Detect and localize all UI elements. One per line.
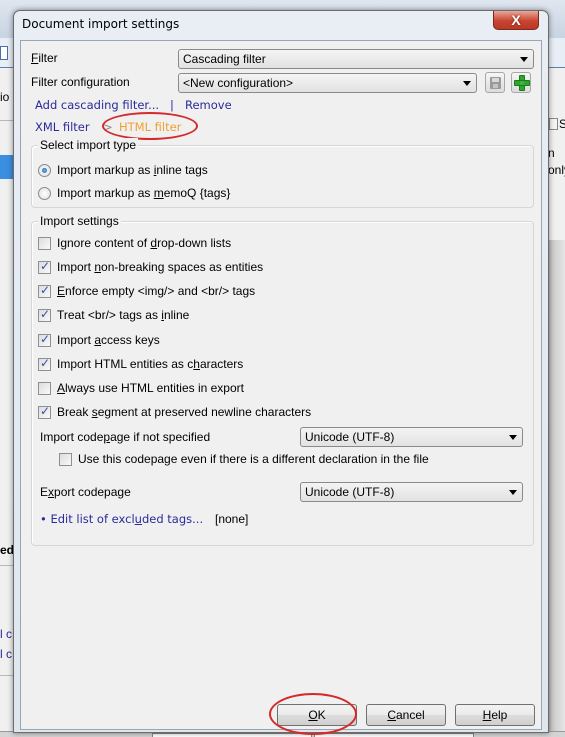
radio-button-selected[interactable]	[38, 163, 51, 177]
ok-button[interactable]: OK	[277, 704, 357, 726]
filter-label-text: ilter	[38, 51, 58, 65]
export-codepage-value: Unicode (UTF-8)	[305, 485, 395, 499]
checkbox-label: Import HTML entities as characters	[57, 357, 244, 371]
save-configuration-button[interactable]	[485, 72, 505, 93]
checkbox-checked[interactable]	[38, 283, 51, 298]
export-codepage-select[interactable]: Unicode (UTF-8)	[300, 482, 523, 502]
background-text: S	[559, 117, 565, 131]
checkbox-label: Treat <br/> tags as inline	[57, 308, 190, 322]
filter-label: Filter	[31, 51, 58, 65]
breadcrumb-separator: >	[103, 120, 113, 134]
radio-label: Import markup as inline tags	[57, 163, 208, 177]
bullet-icon: •	[40, 512, 47, 526]
close-button[interactable]: X	[493, 11, 539, 30]
dialog-title: Document import settings	[22, 17, 180, 31]
link-separator: |	[170, 98, 174, 112]
import-codepage-value: Unicode (UTF-8)	[305, 430, 395, 444]
document-icon	[0, 46, 8, 60]
background-tab	[314, 733, 474, 737]
edit-excluded-tags-link[interactable]: • Edit list of excluded tags...	[40, 512, 203, 526]
radio-button[interactable]	[38, 186, 51, 200]
filter-configuration-select[interactable]: <New configuration>	[178, 73, 477, 93]
background-divider	[0, 120, 14, 121]
checkbox-break-segment-newline[interactable]: Break segment at preserved newline chara…	[38, 404, 312, 419]
import-settings-group: Import settings Ignore content of drop-d…	[31, 214, 534, 546]
radio-label: Import markup as memoQ {tags}	[57, 186, 231, 200]
checkbox-label: Always use HTML entities in export	[57, 381, 244, 395]
cancel-button[interactable]: Cancel	[366, 704, 446, 726]
chevron-down-icon	[509, 435, 517, 440]
background-divider	[0, 675, 14, 676]
background-text: n	[548, 146, 555, 160]
background-text: only	[548, 163, 565, 177]
checkbox-br-inline[interactable]: Treat <br/> tags as inline	[38, 307, 190, 322]
checkbox[interactable]	[38, 236, 51, 250]
background-text: io	[0, 90, 10, 104]
checkbox-label: Use this codepage even if there is a dif…	[78, 452, 429, 466]
filter-select[interactable]: Cascading filter	[178, 49, 534, 69]
background-tab	[152, 733, 312, 737]
import-codepage-label: Import codepage if not specified	[40, 430, 211, 444]
breadcrumb-xml-filter[interactable]: XML filter	[35, 120, 90, 134]
add-cascading-filter-link[interactable]: Add cascading filter...	[35, 98, 159, 112]
background-checkbox	[549, 118, 558, 130]
checkbox-enforce-empty-tags[interactable]: Enforce empty <img/> and <br/> tags	[38, 283, 256, 298]
filter-select-value: Cascading filter	[183, 52, 266, 66]
filter-configuration-label: Filter configuration	[31, 75, 130, 89]
checkbox-label: Enforce empty <img/> and <br/> tags	[57, 284, 256, 298]
checkbox-ignore-dropdown-content[interactable]: Ignore content of drop-down lists	[38, 236, 231, 250]
save-icon	[490, 77, 501, 89]
dialog-content: Filter Cascading filter Filter configura…	[20, 40, 542, 735]
import-codepage-select[interactable]: Unicode (UTF-8)	[300, 427, 523, 447]
chevron-down-icon	[463, 81, 471, 86]
checkbox[interactable]	[59, 452, 72, 466]
checkbox-entities-as-characters[interactable]: Import HTML entities as characters	[38, 356, 244, 371]
import-settings-group-title: Import settings	[38, 214, 121, 228]
import-type-group-title: Select import type	[38, 138, 139, 152]
checkbox-label: Import access keys	[57, 333, 160, 347]
document-import-settings-dialog: Document import settings X Filter Cascad…	[13, 10, 549, 735]
chevron-down-icon	[509, 490, 517, 495]
background-link: l c	[0, 627, 12, 641]
add-configuration-button[interactable]	[511, 72, 531, 93]
filter-configuration-value: <New configuration>	[183, 76, 294, 90]
export-codepage-label: Export codepage	[40, 485, 131, 499]
radio-memoq-tags[interactable]: Import markup as memoQ {tags}	[38, 186, 230, 200]
checkbox-checked[interactable]	[38, 259, 51, 274]
checkbox-import-access-keys[interactable]: Import access keys	[38, 332, 160, 347]
checkbox-checked[interactable]	[38, 332, 51, 347]
import-type-group: Select import type Import markup as inli…	[31, 138, 534, 208]
checkbox[interactable]	[38, 381, 51, 395]
breadcrumb-html-filter[interactable]: HTML filter	[119, 120, 181, 134]
background-link: l c	[0, 647, 12, 661]
checkbox-label: Break segment at preserved newline chara…	[57, 405, 312, 419]
checkbox-label: Import non-breaking spaces as entities	[57, 260, 264, 274]
checkbox-checked[interactable]	[38, 404, 51, 419]
chevron-down-icon	[520, 57, 528, 62]
checkbox-checked[interactable]	[38, 356, 51, 371]
remove-link[interactable]: Remove	[185, 98, 232, 112]
checkbox-label: Ignore content of drop-down lists	[57, 236, 232, 250]
checkbox-use-codepage-override[interactable]: Use this codepage even if there is a dif…	[59, 452, 429, 466]
checkbox-nbsp-as-entities[interactable]: Import non-breaking spaces as entities	[38, 259, 264, 274]
background-selected-row	[0, 155, 14, 179]
excluded-tags-value: [none]	[215, 512, 249, 526]
background-divider	[0, 565, 14, 566]
close-icon: X	[511, 12, 521, 28]
radio-inline-tags[interactable]: Import markup as inline tags	[38, 163, 208, 177]
checkbox-checked[interactable]	[38, 307, 51, 322]
checkbox-always-use-entities[interactable]: Always use HTML entities in export	[38, 381, 244, 395]
help-button[interactable]: Help	[455, 704, 535, 726]
